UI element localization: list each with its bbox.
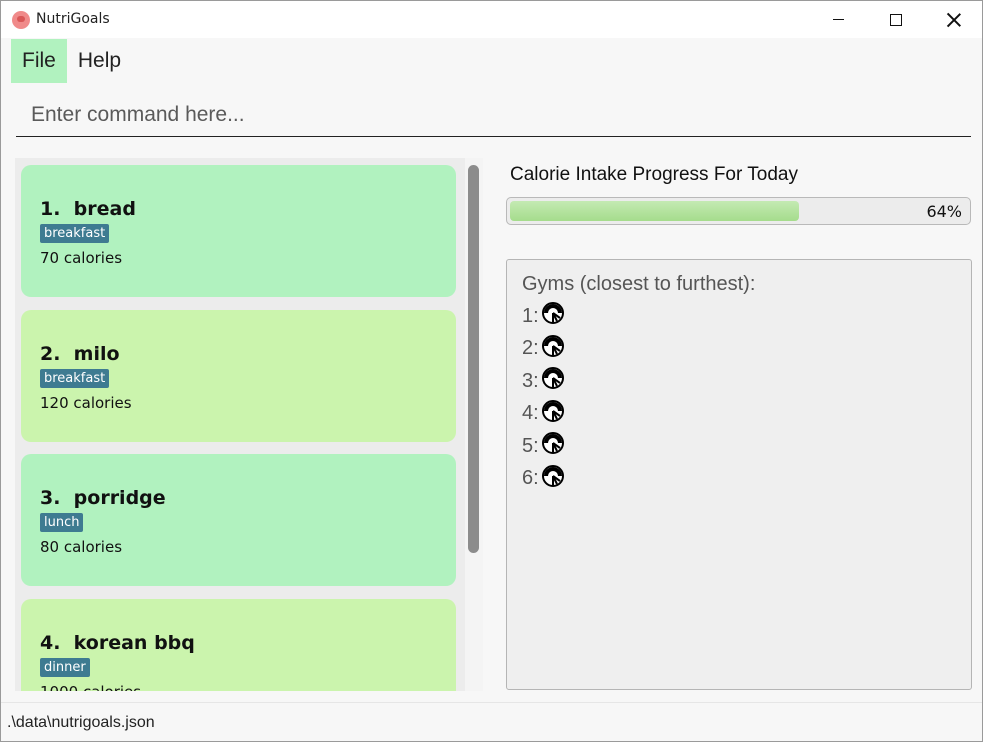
gym-rank: 4: [522,402,539,424]
gym-logo-icon [541,431,565,455]
gym-rank: 3: [522,369,539,392]
command-box [16,96,971,137]
gym-logo-icon [541,301,565,325]
gym-row: 1: [522,302,565,330]
progress-label: Calorie Intake Progress For Today [510,164,798,185]
app-window: NutriGoals File Help 1. bread breakfast … [0,0,983,742]
food-list: 1. bread breakfast 70 calories 2. milo b… [15,158,465,691]
food-calories: 70 calories [40,249,123,267]
food-list-scrollbar[interactable] [465,158,483,691]
gym-list-panel: Gyms (closest to furthest): 1: 2: 3: 4: 5: 6: [506,259,972,690]
command-input[interactable] [16,96,971,134]
close-icon [947,13,961,27]
menu-file[interactable]: File [11,39,67,83]
progress-fill [510,201,799,221]
menu-bar: File Help [11,39,132,83]
maximize-icon [890,13,902,26]
food-title: 3. porridge [40,487,166,509]
gym-logo-icon [541,399,565,423]
gym-row: 5: [522,432,565,460]
scrollbar-thumb[interactable] [468,165,479,553]
maximize-button[interactable] [867,1,925,38]
meal-tag: breakfast [40,369,110,388]
gym-logo-icon [541,464,565,488]
meal-tag: dinner [40,658,90,677]
data-file-path: .\data\nutrigoals.json [7,714,155,731]
food-title: 2. milo [40,343,120,365]
gym-row: 6: [522,464,565,493]
food-title: 4. korean bbq [40,632,195,654]
food-card[interactable]: 3. porridge lunch 80 calories [21,454,456,586]
food-calories: 120 calories [40,394,132,412]
food-calories: 80 calories [40,538,123,556]
gym-rank: 2: [522,337,539,359]
gym-row: 4: [522,399,565,428]
status-bar: .\data\nutrigoals.json [1,702,982,741]
gym-rank: 1: [522,304,539,327]
menu-help[interactable]: Help [67,39,132,83]
food-card[interactable]: 4. korean bbq dinner 1000 calories [21,599,456,691]
gym-logo-icon [541,366,565,390]
calorie-progress-bar: 64% [506,197,971,225]
food-card[interactable]: 2. milo breakfast 120 calories [21,310,456,442]
gym-list-header: Gyms (closest to furthest): [522,273,756,295]
food-card[interactable]: 1. bread breakfast 70 calories [21,165,456,297]
food-title: 1. bread [40,198,136,220]
close-button[interactable] [925,1,982,38]
gym-row: 3: [522,367,565,395]
food-calories: 1000 calories [40,683,141,691]
gym-logo-icon [541,334,565,358]
progress-percent: 64% [926,202,962,221]
meal-tag: breakfast [40,224,110,243]
gym-row: 2: [522,334,565,363]
window-title: NutriGoals [36,11,110,27]
meal-tag: lunch [40,513,84,532]
gym-rank: 5: [522,434,539,457]
title-bar: NutriGoals [1,1,982,38]
minimize-button[interactable] [809,1,867,38]
gym-rank: 6: [522,467,539,489]
minimize-icon [832,19,844,20]
app-logo-icon [12,11,30,29]
